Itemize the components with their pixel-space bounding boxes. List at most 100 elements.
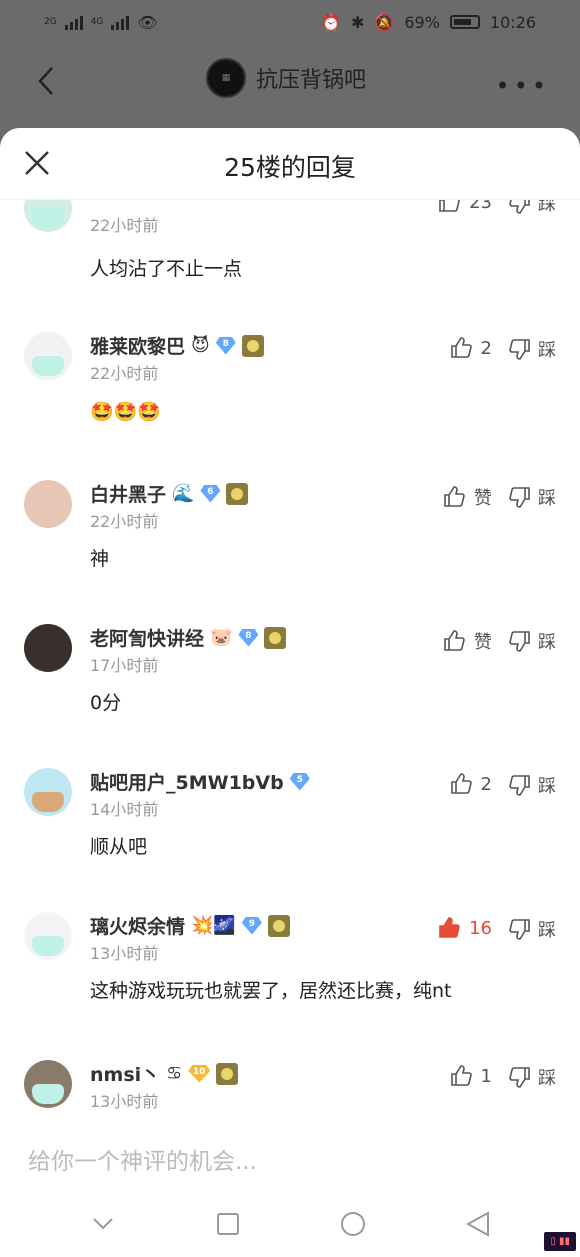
nav-back-icon[interactable] (463, 1209, 493, 1239)
reply-username[interactable]: 雅莱欧黎巴 😈 8 (90, 332, 264, 359)
reply-input[interactable]: 给你一个神评的机会... (28, 1142, 257, 1176)
reply-username[interactable]: 白井黑子 🌊 6 (90, 480, 249, 507)
reply-content: 神 (90, 548, 110, 570)
thumb-down-icon (509, 339, 530, 360)
forum-header: ▦ 抗压背锅吧 ••• (0, 44, 580, 120)
reply-time: 13小时前 (90, 944, 159, 963)
dislike-button[interactable]: 踩 (508, 628, 556, 654)
avatar[interactable] (24, 912, 72, 960)
forum-name: 抗压背锅吧 (256, 68, 367, 93)
like-button[interactable]: 赞 (442, 484, 492, 510)
nav-home-icon[interactable] (338, 1209, 368, 1239)
level-badge: 8 (215, 336, 236, 355)
thumb-down-icon (509, 487, 530, 508)
reply-time: 13小时前 (90, 1092, 159, 1111)
alarm-icon: ⏰ (321, 12, 341, 32)
level-badge: 10 (188, 1064, 211, 1083)
reply-list: 一 23 踩 22小时前 人均沾了不止一点 雅莱欧黎巴 😈 8 22小时前 🤩🤩… (0, 168, 580, 1128)
reply-time: 22小时前 (90, 216, 159, 235)
member-badge-icon (241, 334, 264, 357)
cancer-zodiac-icon: ♋ (166, 1063, 183, 1084)
like-button[interactable]: 2 (449, 336, 492, 360)
mute-icon: 🔕 (374, 12, 395, 32)
reply-item: 璃火烬余情 💥🌌 9 13小时前 这种游戏玩玩也就罢了，居然还比赛，纯nt 16… (0, 908, 580, 1038)
reply-input-bar: 给你一个神评的机会... (0, 1128, 580, 1188)
dislike-button[interactable]: 踩 (508, 484, 556, 510)
reply-username[interactable]: 老阿訇快讲经 🐷 8 (90, 624, 287, 651)
member-badge-icon (267, 914, 290, 937)
level-badge: 9 (241, 916, 262, 935)
reply-item: 雅莱欧黎巴 😈 8 22小时前 🤩🤩🤩 2 踩 (0, 328, 580, 458)
like-button[interactable]: 16 (437, 916, 492, 940)
more-options-icon[interactable]: ••• (496, 72, 550, 100)
reply-time: 17小时前 (90, 656, 159, 675)
forum-title-group[interactable]: ▦ 抗压背锅吧 (206, 58, 366, 98)
like-button[interactable]: 1 (449, 1064, 492, 1088)
reply-username[interactable]: nmsi丶 ♋ 10 (90, 1060, 239, 1087)
reply-username[interactable]: 璃火烬余情 💥🌌 9 (90, 912, 290, 939)
level-badge: 8 (238, 628, 259, 647)
nav-recents-icon[interactable] (213, 1209, 243, 1239)
member-badge-icon (216, 1062, 239, 1085)
sheet-title: 25楼的回复 (224, 153, 356, 182)
clock: 10:26 (489, 12, 536, 32)
level-badge: 5 (289, 772, 310, 791)
dislike-button[interactable]: 踩 (508, 336, 556, 362)
reply-content: 顺从吧 (90, 836, 148, 858)
level-badge: 6 (200, 484, 221, 503)
thumb-up-filled-icon (439, 917, 460, 938)
like-button[interactable]: 赞 (442, 628, 492, 654)
nav-collapse-icon[interactable] (88, 1209, 118, 1239)
thumb-down-icon (509, 919, 530, 940)
bluetooth-icon: ✱ (351, 12, 365, 32)
reply-content: 0分 (90, 692, 122, 714)
reply-time: 14小时前 (90, 800, 159, 819)
reply-item: 白井黑子 🌊 6 22小时前 神 赞 踩 (0, 476, 580, 606)
thumb-down-icon (509, 1067, 530, 1088)
avatar[interactable] (24, 768, 72, 816)
reply-time: 22小时前 (90, 512, 159, 531)
avatar[interactable] (24, 480, 72, 528)
avatar[interactable] (24, 332, 72, 380)
thumb-up-icon (444, 630, 465, 651)
system-nav-bar: ▯ ▮▮ (0, 1191, 580, 1257)
watermark-logo: ▯ ▮▮ (544, 1232, 576, 1251)
reply-content: 🤩🤩🤩 (90, 401, 161, 423)
battery-icon (449, 15, 480, 29)
member-badge-icon (226, 482, 249, 505)
signal-bars-icon-2 (111, 14, 130, 30)
reply-time: 22小时前 (90, 364, 159, 383)
wave-emoji: 🌊 (172, 483, 195, 504)
status-bar: 2G 4G 👁 ⏰ ✱ 🔕 69% 10:26 (0, 0, 580, 44)
forum-logo: ▦ (206, 58, 246, 98)
dislike-button[interactable]: 踩 (508, 1064, 556, 1090)
reply-sheet: 25楼的回复 一 23 踩 22小时前 人均沾了不止一点 雅莱欧黎巴 😈 8 (0, 128, 580, 1257)
thumb-up-icon (450, 1065, 472, 1086)
dislike-button[interactable]: 踩 (508, 916, 556, 942)
sparkle-emoji: 💥🌌 (191, 915, 236, 936)
member-badge-icon (264, 626, 287, 649)
devil-emoji: 😈 (191, 335, 210, 356)
like-button[interactable]: 2 (449, 772, 492, 796)
pig-emoji: 🐷 (210, 627, 233, 648)
reply-content: 人均沾了不止一点 (90, 258, 243, 280)
battery-percent: 69% (404, 12, 440, 32)
thumb-down-icon (509, 775, 530, 796)
dislike-button[interactable]: 踩 (508, 772, 556, 798)
signal-bars-icon (64, 14, 83, 30)
avatar[interactable] (24, 1060, 72, 1108)
reply-item: 贴吧用户_5MW1bVb 5 14小时前 顺从吧 2 踩 (0, 764, 580, 894)
thumb-up-icon (444, 486, 465, 507)
thumb-up-icon (450, 773, 472, 794)
reply-content: 这种游戏玩玩也就罢了，居然还比赛，纯nt (90, 980, 452, 1002)
thumb-down-icon (509, 631, 530, 652)
eye-icon: 👁 (137, 12, 158, 32)
thumb-up-icon (450, 337, 472, 358)
reply-username[interactable]: 贴吧用户_5MW1bVb 5 (90, 768, 310, 795)
signal-icon-2: 4G (90, 17, 104, 27)
reply-item: 老阿訇快讲经 🐷 8 17小时前 0分 赞 踩 (0, 620, 580, 750)
sheet-header: 25楼的回复 (0, 128, 580, 200)
signal-icon: 2G (44, 17, 57, 27)
back-arrow-icon[interactable] (36, 66, 56, 96)
avatar[interactable] (24, 624, 72, 672)
